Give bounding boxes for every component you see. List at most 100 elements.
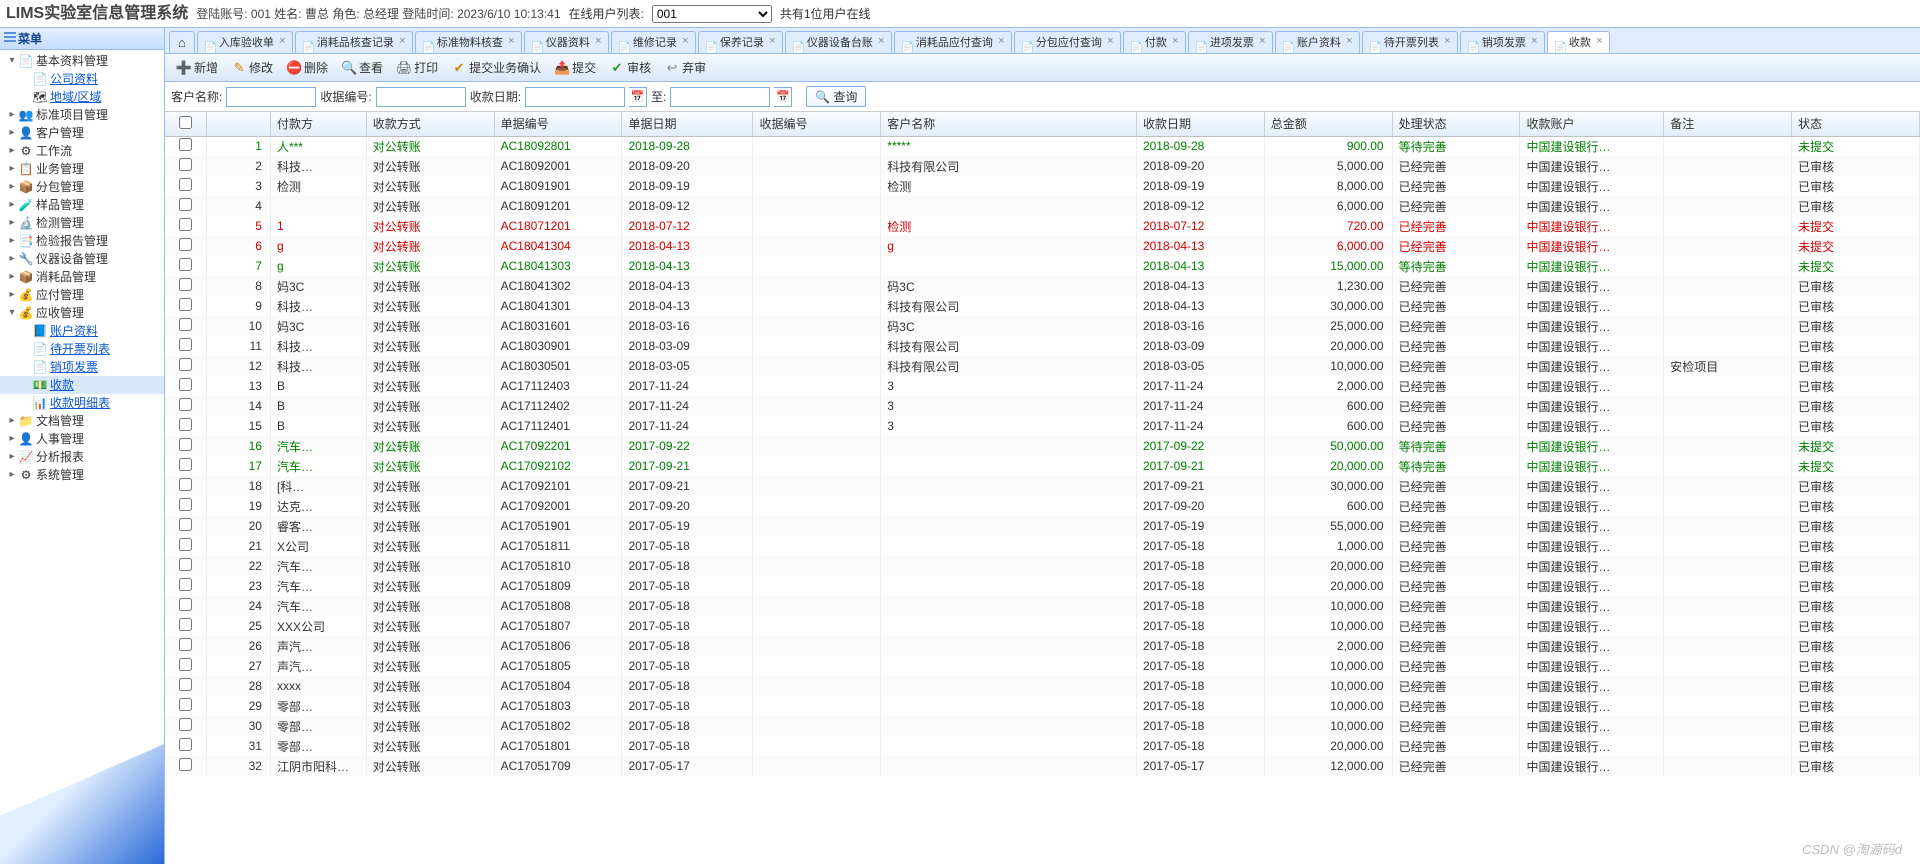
nav-item[interactable]: ▸📈分析报表 — [0, 448, 164, 466]
row-checkbox[interactable] — [179, 158, 192, 171]
nav-item[interactable]: ▸👤客户管理 — [0, 124, 164, 142]
table-row[interactable]: 51对公转账AC180712012018-07-12检测2018-07-1272… — [165, 216, 1920, 236]
toolbar-button[interactable]: ✔审核 — [604, 57, 657, 78]
row-checkbox[interactable] — [179, 258, 192, 271]
toolbar-button[interactable]: 📤提交 — [549, 57, 602, 78]
column-header[interactable]: 收据编号 — [753, 112, 881, 136]
select-all-checkbox[interactable] — [179, 116, 192, 129]
row-checkbox[interactable] — [179, 498, 192, 511]
row-checkbox[interactable] — [179, 458, 192, 471]
close-icon[interactable]: × — [1105, 36, 1116, 47]
row-checkbox[interactable] — [179, 758, 192, 771]
row-checkbox[interactable] — [179, 378, 192, 391]
tab[interactable]: 📄仪器设备台账× — [785, 31, 892, 53]
row-checkbox[interactable] — [179, 638, 192, 651]
nav-item[interactable]: ▸📁文档管理 — [0, 412, 164, 430]
tab[interactable]: 📄收款× — [1547, 31, 1610, 53]
column-header[interactable]: 付款方 — [270, 112, 366, 136]
row-checkbox[interactable] — [179, 438, 192, 451]
table-row[interactable]: 18[科…对公转账AC170921012017-09-212017-09-213… — [165, 476, 1920, 496]
row-checkbox[interactable] — [179, 138, 192, 151]
row-checkbox[interactable] — [179, 278, 192, 291]
close-icon[interactable]: × — [506, 36, 517, 47]
column-header[interactable]: 备注 — [1664, 112, 1792, 136]
row-checkbox[interactable] — [179, 318, 192, 331]
column-header[interactable] — [207, 112, 271, 136]
row-checkbox[interactable] — [179, 678, 192, 691]
row-checkbox[interactable] — [179, 658, 192, 671]
date-to-input[interactable] — [670, 87, 770, 107]
nav-item[interactable]: 💵收款 — [0, 376, 164, 394]
nav-item[interactable]: ▸👤人事管理 — [0, 430, 164, 448]
table-row[interactable]: 17汽车…对公转账AC170921022017-09-212017-09-212… — [165, 456, 1920, 476]
nav-item[interactable]: ▸📦分包管理 — [0, 178, 164, 196]
close-icon[interactable]: × — [277, 36, 288, 47]
table-row[interactable]: 20睿客…对公转账AC170519012017-05-192017-05-195… — [165, 516, 1920, 536]
close-icon[interactable]: × — [1257, 36, 1268, 47]
row-checkbox[interactable] — [179, 358, 192, 371]
toolbar-button[interactable]: 🔍查看 — [336, 57, 389, 78]
nav-item[interactable]: ▸🧪样品管理 — [0, 196, 164, 214]
table-row[interactable]: 30零部…对公转账AC170518022017-05-182017-05-181… — [165, 716, 1920, 736]
nav-item[interactable]: ▸📦消耗品管理 — [0, 268, 164, 286]
online-user-select[interactable]: 001 — [652, 5, 772, 23]
tab[interactable]: 📄消耗品应付查询× — [894, 31, 1012, 53]
close-icon[interactable]: × — [996, 36, 1007, 47]
table-row[interactable]: 19达克…对公转账AC170920012017-09-202017-09-206… — [165, 496, 1920, 516]
table-row[interactable]: 8妈3C对公转账AC180413022018-04-13码3C2018-04-1… — [165, 276, 1920, 296]
row-checkbox[interactable] — [179, 418, 192, 431]
nav-item[interactable]: ▸👥标准项目管理 — [0, 106, 164, 124]
row-checkbox[interactable] — [179, 238, 192, 251]
table-row[interactable]: 21X公司对公转账AC170518112017-05-182017-05-181… — [165, 536, 1920, 556]
row-checkbox[interactable] — [179, 538, 192, 551]
close-icon[interactable]: × — [876, 36, 887, 47]
column-header[interactable]: 单据日期 — [622, 112, 753, 136]
row-checkbox[interactable] — [179, 718, 192, 731]
column-header[interactable]: 总金额 — [1264, 112, 1392, 136]
row-checkbox[interactable] — [179, 298, 192, 311]
toolbar-button[interactable]: 🖨打印 — [391, 57, 444, 78]
tab-home[interactable]: ⌂ — [169, 31, 195, 53]
tab[interactable]: 📄分包应付查询× — [1014, 31, 1121, 53]
tab[interactable]: 📄进项发票× — [1188, 31, 1273, 53]
row-checkbox[interactable] — [179, 198, 192, 211]
table-row[interactable]: 7g对公转账AC180413032018-04-132018-04-1315,0… — [165, 256, 1920, 276]
toolbar-button[interactable]: ↩弃审 — [659, 57, 712, 78]
close-icon[interactable]: × — [1594, 36, 1605, 47]
row-checkbox[interactable] — [179, 218, 192, 231]
column-header[interactable]: 收款账户 — [1520, 112, 1664, 136]
row-checkbox[interactable] — [179, 738, 192, 751]
tab[interactable]: 📄仪器资料× — [524, 31, 609, 53]
table-row[interactable]: 24汽车…对公转账AC170518082017-05-182017-05-181… — [165, 596, 1920, 616]
nav-item[interactable]: ▸📑检验报告管理 — [0, 232, 164, 250]
table-row[interactable]: 28xxxx对公转账AC170518042017-05-182017-05-18… — [165, 676, 1920, 696]
nav-item[interactable]: 📄销项发票 — [0, 358, 164, 376]
nav-item[interactable]: 📘账户资料 — [0, 322, 164, 340]
row-checkbox[interactable] — [179, 178, 192, 191]
row-checkbox[interactable] — [179, 398, 192, 411]
column-header[interactable]: 收款日期 — [1136, 112, 1264, 136]
nav-item[interactable]: ▸🔧仪器设备管理 — [0, 250, 164, 268]
table-row[interactable]: 3检测对公转账AC180919012018-09-19检测2018-09-198… — [165, 176, 1920, 196]
table-row[interactable]: 14B对公转账AC171124022017-11-2432017-11-2460… — [165, 396, 1920, 416]
column-header[interactable]: 状态 — [1792, 112, 1920, 136]
table-row[interactable]: 12科技…对公转账AC180305012018-03-05科技有限公司2018-… — [165, 356, 1920, 376]
date-from-input[interactable] — [525, 87, 625, 107]
nav-link[interactable]: 销项发票 — [50, 358, 98, 376]
table-row[interactable]: 10妈3C对公转账AC180316012018-03-16码3C2018-03-… — [165, 316, 1920, 336]
table-row[interactable]: 22汽车…对公转账AC170518102017-05-182017-05-182… — [165, 556, 1920, 576]
toolbar-button[interactable]: ⛔删除 — [281, 57, 334, 78]
row-checkbox[interactable] — [179, 598, 192, 611]
row-checkbox[interactable] — [179, 338, 192, 351]
close-icon[interactable]: × — [680, 36, 691, 47]
nav-link[interactable]: 待开票列表 — [50, 340, 110, 358]
toolbar-button[interactable]: ✔提交业务确认 — [446, 57, 547, 78]
nav-item[interactable]: ▸⚙工作流 — [0, 142, 164, 160]
table-row[interactable]: 2科技…对公转账AC180920012018-09-20科技有限公司2018-0… — [165, 156, 1920, 176]
close-icon[interactable]: × — [397, 36, 408, 47]
recv-no-input[interactable] — [376, 87, 466, 107]
close-icon[interactable]: × — [1442, 36, 1453, 47]
table-row[interactable]: 31零部…对公转账AC170518012017-05-182017-05-182… — [165, 736, 1920, 756]
row-checkbox[interactable] — [179, 478, 192, 491]
column-header[interactable]: 客户名称 — [881, 112, 1137, 136]
